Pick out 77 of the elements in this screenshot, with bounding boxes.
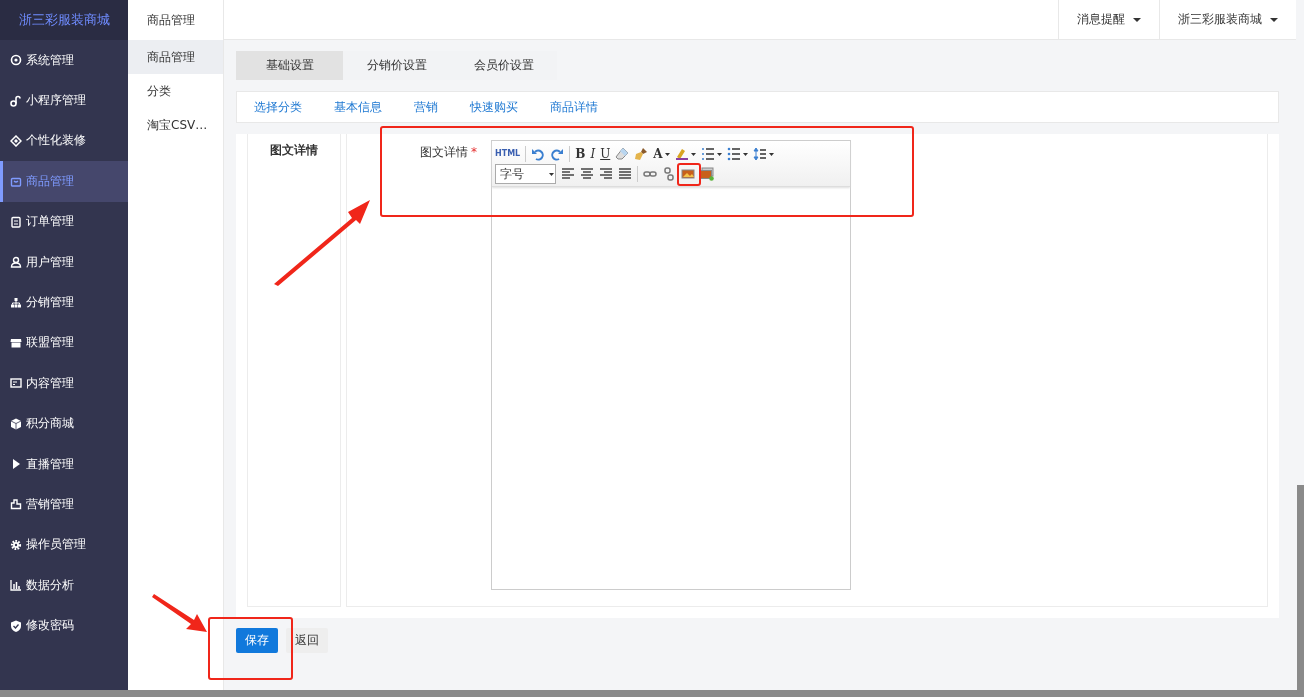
cube-icon xyxy=(10,417,22,430)
image-icon xyxy=(681,167,695,181)
underline-button[interactable]: U xyxy=(600,147,611,161)
multi-image-icon xyxy=(700,167,714,181)
unlink-icon xyxy=(662,167,676,181)
align-center-icon xyxy=(580,167,594,181)
gear-icon xyxy=(10,54,22,67)
field-label: 图文详情 * xyxy=(419,144,478,158)
justify-icon xyxy=(618,167,632,181)
sidebar-item[interactable]: 小程序管理 xyxy=(0,80,128,121)
sidebar-item[interactable]: 数据分析 xyxy=(0,565,128,606)
sidebar-item[interactable]: 个性化装修 xyxy=(0,120,128,162)
bar-chart-icon xyxy=(10,579,22,592)
required-mark: * xyxy=(471,145,477,159)
brush-icon xyxy=(634,147,649,161)
caret-icon xyxy=(690,152,696,156)
brand-title: 浙三彩服装商城 xyxy=(0,0,128,40)
dropdown-menu[interactable]: 浙三彩服装商城 xyxy=(1159,0,1296,39)
user-icon xyxy=(10,256,22,269)
redo-icon xyxy=(550,147,565,161)
anchor-link[interactable]: 商品详情 xyxy=(550,98,598,116)
sidebar-item[interactable]: 内容管理 xyxy=(0,363,128,404)
font-color-button[interactable]: A xyxy=(653,147,663,161)
bag-icon xyxy=(10,175,22,188)
subnav-title: 商品管理 xyxy=(146,12,196,29)
scrollbar[interactable] xyxy=(1297,485,1304,690)
caret-icon xyxy=(768,152,774,156)
align-right-icon xyxy=(599,167,613,181)
article-icon xyxy=(10,377,22,390)
highlight-icon xyxy=(674,147,689,161)
dropdown-menu[interactable]: 消息提醒 xyxy=(1058,0,1159,39)
tab[interactable]: 基础设置 xyxy=(236,51,343,80)
scrollbar[interactable] xyxy=(0,690,1304,697)
anchor-link[interactable]: 快速购买 xyxy=(470,98,518,116)
caret-icon xyxy=(716,152,722,156)
anchor-link[interactable]: 基本信息 xyxy=(334,98,382,116)
sidebar-item[interactable]: 订单管理 xyxy=(0,201,128,242)
diamond-icon xyxy=(10,134,22,147)
caret-icon xyxy=(549,172,554,176)
line-spacing-icon xyxy=(752,147,767,161)
shield-icon xyxy=(10,619,22,632)
subnav-item[interactable]: 分类 xyxy=(128,74,223,108)
font-size-select[interactable]: 字号 xyxy=(495,164,556,184)
sidebar-item[interactable]: 系统管理 xyxy=(0,40,128,81)
eraser-icon xyxy=(615,147,630,161)
html-source-button[interactable]: HTML xyxy=(495,147,521,161)
clipboard-icon xyxy=(10,215,22,228)
sidebar-item[interactable]: 积分商城 xyxy=(0,403,128,444)
sidebar-item[interactable]: 修改密码 xyxy=(0,605,128,646)
caret-icon xyxy=(664,152,670,156)
sidebar-item[interactable]: 营销管理 xyxy=(0,484,128,525)
caret-icon xyxy=(742,152,748,156)
anchor-link[interactable]: 选择分类 xyxy=(254,98,302,116)
caret-icon xyxy=(1133,17,1141,22)
hierarchy-icon xyxy=(10,296,22,309)
section-title: 图文详情 xyxy=(270,142,318,156)
subnav-item[interactable]: 商品管理 xyxy=(128,40,223,74)
subnav-item[interactable]: 淘宝CSV… xyxy=(128,108,223,142)
store-icon xyxy=(10,336,22,349)
play-icon xyxy=(10,458,22,471)
bullet-list-icon xyxy=(726,147,741,161)
undo-icon xyxy=(531,147,546,161)
save-button[interactable]: 保存 xyxy=(236,628,278,653)
caret-icon xyxy=(1270,17,1278,22)
back-button[interactable]: 返回 xyxy=(286,628,328,653)
sidebar-item[interactable]: 分销管理 xyxy=(0,282,128,323)
sidebar-item[interactable]: 操作员管理 xyxy=(0,524,128,566)
sidebar-item[interactable]: 联盟管理 xyxy=(0,322,128,364)
gear-icon xyxy=(10,538,22,551)
bold-button[interactable]: B xyxy=(575,147,586,161)
sidebar-item[interactable]: 直播管理 xyxy=(0,443,128,485)
italic-button[interactable]: I xyxy=(590,147,596,161)
align-left-icon xyxy=(561,167,575,181)
numbered-list-icon xyxy=(700,147,715,161)
sidebar-item[interactable]: 用户管理 xyxy=(0,241,128,283)
anchor-link[interactable]: 营销 xyxy=(414,98,438,116)
arrow-drawing xyxy=(152,592,208,634)
